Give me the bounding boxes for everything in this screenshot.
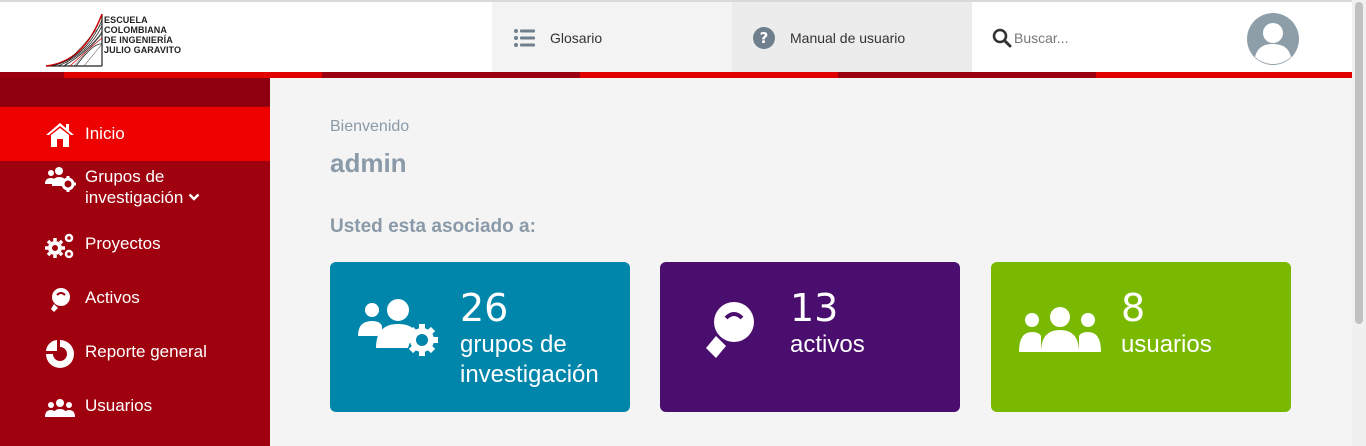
card-activos[interactable]: 13 activos (660, 262, 960, 412)
main-content: Bienvenido admin Usted esta asociado a: … (270, 78, 1352, 446)
card-number: 8 (1121, 286, 1146, 330)
home-icon (46, 123, 74, 147)
users-cog-icon (45, 167, 76, 192)
associated-heading: Usted esta asociado a: (330, 216, 536, 237)
nav-glosario[interactable]: Glosario (492, 2, 732, 74)
search-input[interactable] (1014, 28, 1194, 48)
welcome-text: Bienvenido (330, 118, 410, 135)
svg-text:?: ? (760, 29, 769, 47)
sidebar-top-strip (0, 78, 270, 106)
sidebar-item-label: Grupos de investigación (85, 167, 184, 207)
sidebar-item-reporte-general[interactable]: Reporte general (0, 334, 270, 374)
card-label: usuarios (1121, 331, 1212, 358)
sidebar-item-label: Usuarios (85, 396, 153, 415)
list-icon (514, 29, 535, 47)
sidebar-item-label: Proyectos (85, 234, 161, 253)
school-logo[interactable]: ESCUELA COLOMBIANA DE INGENIERÍA JULIO G… (44, 12, 204, 68)
sidebar-item-label: Activos (85, 288, 140, 307)
logo-text: ESCUELA COLOMBIANA DE INGENIERÍA JULIO G… (104, 15, 182, 55)
card-label: activos (790, 331, 865, 358)
nav-manual-de-usuario[interactable]: ? Manual de usuario (732, 2, 972, 74)
card-number: 13 (790, 286, 839, 330)
users-icon (1019, 307, 1101, 352)
nav-glosario-label: Glosario (550, 30, 603, 46)
chevron-down-icon[interactable] (188, 191, 200, 203)
nav-manual-label: Manual de usuario (790, 30, 906, 46)
sidebar-item-label: Inicio (85, 124, 125, 143)
card-number: 26 (460, 286, 509, 330)
card-label: grupos de investigación (460, 331, 599, 388)
sidebar-item-usuarios[interactable]: Usuarios (0, 388, 270, 428)
question-circle-icon: ? (753, 27, 775, 49)
sidebar-item-inicio[interactable]: Inicio (0, 107, 270, 161)
users-cog-icon (358, 299, 438, 356)
username: admin (330, 148, 407, 178)
card-usuarios[interactable]: 8 usuarios (991, 262, 1291, 412)
top-header: ESCUELA COLOMBIANA DE INGENIERÍA JULIO G… (0, 0, 1352, 74)
users-icon (45, 399, 75, 417)
card-grupos[interactable]: 26 grupos de investigación (330, 262, 630, 412)
search-box (972, 2, 1212, 74)
sidebar-item-grupos[interactable]: Grupos de investigación (0, 164, 270, 212)
cogs-icon (45, 233, 74, 259)
sidebar-item-activos[interactable]: Activos (0, 280, 270, 320)
user-avatar-icon[interactable] (1246, 12, 1300, 66)
pie-chart-icon (46, 340, 74, 368)
sidebar-item-label: Reporte general (85, 342, 207, 361)
page-scrollbar[interactable] (1352, 0, 1366, 446)
lightbulb-icon (706, 302, 754, 358)
lightbulb-icon (51, 288, 70, 312)
scrollbar-thumb[interactable] (1355, 2, 1363, 324)
sidebar-item-proyectos[interactable]: Proyectos (0, 226, 270, 266)
logo-graphic-icon (45, 13, 103, 67)
search-icon[interactable] (992, 28, 1012, 48)
sidebar: Inicio Grupos de investigación Proyectos… (0, 78, 270, 446)
